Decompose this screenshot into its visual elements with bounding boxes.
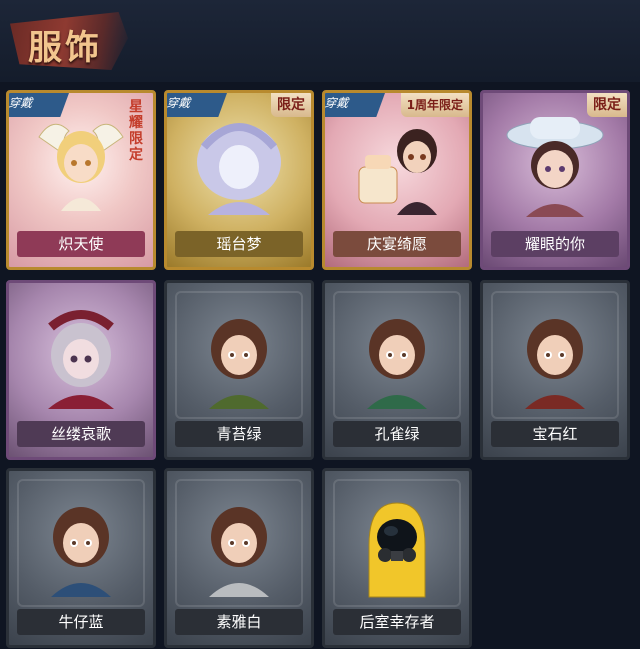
limited-badge: 限定 xyxy=(271,93,311,117)
anniversary-limited-badge: 1周年限定 xyxy=(400,93,469,117)
character-portrait xyxy=(189,485,289,605)
character-portrait xyxy=(31,485,131,605)
costume-card-gem-red[interactable]: 宝石红 xyxy=(480,280,630,460)
costume-card-peacock-green[interactable]: 孔雀绿 xyxy=(322,280,472,460)
character-portrait xyxy=(505,297,605,417)
costume-card-jade-terrace-dream[interactable]: 穿戴 限定 瑶台梦 xyxy=(164,90,314,270)
costume-card-banquet-wish[interactable]: 穿戴 1周年限定 庆宴绮愿 xyxy=(322,90,472,270)
costume-name: 素雅白 xyxy=(216,613,262,631)
costume-name: 孔雀绿 xyxy=(374,425,420,443)
character-portrait xyxy=(31,107,131,227)
costume-card-denim-blue[interactable]: 牛仔蓝 xyxy=(6,468,156,648)
costume-name: 宝石红 xyxy=(532,425,578,443)
star-limited-badge: 星耀限定 xyxy=(129,99,143,163)
costume-name: 庆宴绮愿 xyxy=(366,235,427,253)
worn-badge: 穿戴 xyxy=(9,93,69,117)
costume-name: 青苔绿 xyxy=(216,425,262,443)
costume-card-dazzling-you[interactable]: 限定 耀眼的你 xyxy=(480,90,630,270)
costume-card-seraph[interactable]: 穿戴 星耀限定 炽天使 xyxy=(6,90,156,270)
worn-badge: 穿戴 xyxy=(167,93,227,117)
character-portrait xyxy=(347,297,447,417)
header: 服饰 xyxy=(0,0,640,82)
character-portrait xyxy=(347,485,447,605)
limited-badge: 限定 xyxy=(587,93,627,117)
character-portrait xyxy=(189,297,289,417)
character-portrait xyxy=(184,107,294,227)
costume-name: 炽天使 xyxy=(58,235,104,253)
costume-name: 瑶台梦 xyxy=(216,235,262,253)
costume-name: 后室幸存者 xyxy=(359,613,435,631)
page-title: 服饰 xyxy=(28,28,102,68)
costume-name: 耀眼的你 xyxy=(524,235,585,253)
worn-badge: 穿戴 xyxy=(325,93,385,117)
costume-grid: 穿戴 星耀限定 炽天使 穿戴 限定 瑶台梦 穿戴 1周年限定 庆宴绮愿 限定 耀… xyxy=(0,86,640,648)
costume-name: 丝缕哀歌 xyxy=(50,425,111,443)
costume-card-moss-green[interactable]: 青苔绿 xyxy=(164,280,314,460)
costume-card-silk-elegy[interactable]: 丝缕哀歌 xyxy=(6,280,156,460)
costume-name: 牛仔蓝 xyxy=(58,613,104,631)
costume-card-plain-white[interactable]: 素雅白 xyxy=(164,468,314,648)
costume-card-backrooms-survivor[interactable]: 后室幸存者 xyxy=(322,468,472,648)
character-portrait xyxy=(500,107,610,227)
character-portrait xyxy=(26,297,136,417)
character-portrait xyxy=(337,107,457,227)
